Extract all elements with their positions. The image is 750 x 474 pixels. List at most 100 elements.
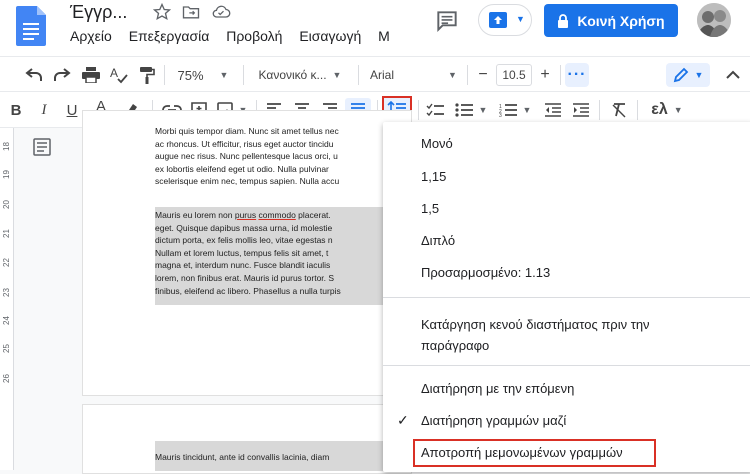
text-line: Morbi quis tempor diam. Nunc sit amet te… [155,126,339,136]
text-line: augue nec risus. Nunc pellentesque lacus… [155,151,338,162]
selected-paragraph[interactable]: Mauris tincidunt, ante id convallis laci… [155,441,395,471]
share-button[interactable]: Κοινή Χρήση [544,4,678,37]
menu-bar: Αρχείο Επεξεργασία Προβολή Εισαγωγή Μ [70,28,403,44]
numbered-list-icon[interactable]: 123 ▼ [496,99,534,121]
present-icon [489,12,507,28]
chevron-down-icon: ▼ [694,70,704,80]
present-dropdown-icon[interactable]: ▼ [516,14,525,24]
docs-logo-icon[interactable] [16,6,46,46]
svg-text:A: A [110,66,118,80]
menu-item-keep-with-next[interactable]: Διατήρηση με την επόμενη [421,381,574,396]
ruler-number: 26 [1,374,11,383]
input-tools-button[interactable]: ελ ▼ [645,99,689,121]
chevron-down-icon: ▼ [522,105,532,115]
vertical-ruler: 18 19 20 21 22 23 24 25 26 [0,128,14,470]
paragraph-style-select[interactable]: Κανονικό κ... ▼ [250,64,350,86]
ruler-number: 25 [1,344,11,353]
ruler-number: 21 [1,229,11,238]
chevron-down-icon: ▼ [478,105,488,115]
zoom-select[interactable]: 75% ▼ [172,64,234,86]
menu-item-single[interactable]: Μονό [421,136,453,151]
paint-format-icon[interactable] [135,64,159,86]
more-options-icon[interactable]: ··· [565,63,589,87]
input-tools-label: ελ [651,101,668,118]
decrease-indent-icon[interactable] [541,99,565,121]
italic-button[interactable]: I [33,99,55,121]
font-size-input[interactable]: 10.5 [496,64,532,86]
ruler-number: 20 [1,200,11,209]
ruler-number: 23 [1,288,11,297]
text-line: ex lobortis eleifend eget ut odio. Nulla… [155,163,329,174]
collapse-menus-icon[interactable] [722,64,744,86]
ruler-number: 18 [1,142,11,151]
svg-text:3: 3 [499,113,502,117]
selected-paragraph[interactable]: Mauris eu lorem non purus commodo placer… [155,207,395,305]
lock-icon [558,13,569,28]
text-line: Mauris eu lorem non purus commodo placer… [155,210,331,220]
spellcheck-icon[interactable]: A [107,64,131,86]
bulleted-list-icon[interactable]: ▼ [452,99,490,121]
ruler-number: 19 [1,170,11,179]
menu-item-1-5[interactable]: 1,5 [421,201,439,216]
app-header: Έγγρ... Αρχείο Επεξεργασία Προβολή Εισαγ… [0,0,750,56]
print-icon[interactable] [79,64,103,86]
text-line: eget. Quisque dapibus massa urna, id mol… [155,222,333,233]
line-spacing-menu: Μονό 1,15 1,5 Διπλό Προσαρμοσμένο: 1.13 … [383,122,750,472]
document-page[interactable]: Morbi quis tempor diam. Nunc sit amet te… [82,110,412,396]
avatar-photo-icon [697,3,731,37]
share-label: Κοινή Χρήση [577,12,665,29]
paragraph[interactable]: Morbi quis tempor diam. Nunc sit amet te… [155,125,395,188]
document-outline-icon[interactable] [33,138,51,156]
menu-item-label: Κατάργηση κενού διαστήματος πριν την [421,317,650,332]
bold-button[interactable]: B [5,99,27,121]
menu-format[interactable]: Μ [378,28,390,44]
menu-item-custom[interactable]: Προσαρμοσμένο: 1.13 [421,265,550,280]
document-page[interactable]: Mauris tincidunt, ante id convallis laci… [82,404,412,474]
undo-icon[interactable] [22,64,46,86]
user-avatar[interactable] [697,3,731,37]
checklist-icon[interactable] [424,99,446,121]
menu-divider [383,297,750,298]
text-line: magna et, interdum nunc. Fusce blandit i… [155,260,331,271]
chevron-down-icon: ▼ [219,70,229,80]
menu-view[interactable]: Προβολή [226,28,282,44]
text-line: scelerisque enim nec, tempus sapien. Nul… [155,176,340,187]
menu-edit[interactable]: Επεξεργασία [129,28,210,44]
pencil-icon [673,67,688,83]
text-line: Nullam et lorem luctus, tempus felis sit… [155,247,329,258]
present-button[interactable]: ▼ [478,4,532,36]
menu-item-keep-lines-together[interactable]: Διατήρηση γραμμών μαζί [421,413,566,428]
redo-icon[interactable] [50,64,74,86]
chevron-down-icon: ▼ [448,70,457,80]
toolbar-row-1: A 75% ▼ Κανονικό κ... ▼ Arial ▼ − 10.5 +… [0,56,750,92]
underline-button[interactable]: U [61,99,83,121]
text-line: ac rhoncus. Ut efficitur, risus eget auc… [155,138,334,149]
menu-insert[interactable]: Εισαγωγή [299,28,361,44]
font-select[interactable]: Arial ▼ [366,64,462,86]
highlight-box [413,439,656,467]
menu-item-double[interactable]: Διπλό [421,233,455,248]
menu-file[interactable]: Αρχείο [70,28,112,44]
zoom-value: 75% [177,67,204,83]
comment-history-icon[interactable] [434,8,460,34]
ruler-number: 24 [1,316,11,325]
cloud-saved-icon[interactable] [211,2,231,22]
editing-mode-button[interactable]: ▼ [666,63,710,87]
document-title[interactable]: Έγγρ... [70,2,127,23]
text-line: lorem, non finibus erat. Mauris id purus… [155,272,335,283]
decrease-font-size-button[interactable]: − [472,64,494,86]
text-line: finibus, eleifend ac libero. Phasellus a… [155,285,341,296]
chevron-down-icon: ▼ [673,105,683,115]
text-line: Mauris tincidunt, ante id convallis laci… [155,452,330,462]
ruler-number: 22 [1,258,11,267]
increase-font-size-button[interactable]: + [534,64,556,86]
menu-item-1-15[interactable]: 1,15 [421,169,446,184]
increase-indent-icon[interactable] [569,99,593,121]
menu-divider [383,365,750,366]
text-line: dictum porta, ex felis mollis leo, vitae… [155,235,333,246]
clear-formatting-icon[interactable] [607,99,631,121]
star-icon[interactable] [152,2,172,22]
font-value: Arial [370,68,395,82]
move-to-folder-icon[interactable] [181,2,201,22]
menu-item-remove-space-before[interactable]: Κατάργηση κενού διαστήματος πριν την παρ… [421,314,650,356]
